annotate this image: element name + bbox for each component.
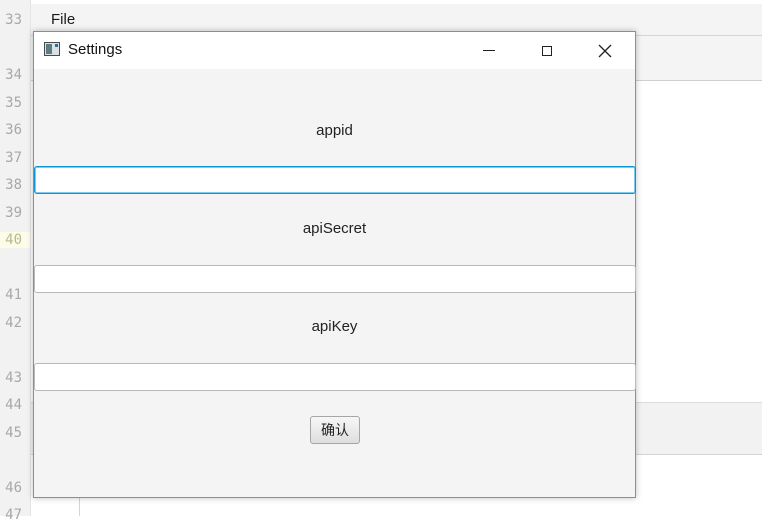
line-number: 38 bbox=[5, 177, 22, 193]
apisecret-input[interactable] bbox=[34, 265, 636, 293]
line-number: 34 bbox=[5, 67, 22, 83]
menu-file[interactable]: File bbox=[51, 11, 75, 28]
close-button[interactable] bbox=[582, 32, 628, 69]
minimize-button[interactable] bbox=[466, 32, 512, 69]
maximize-button[interactable] bbox=[524, 32, 570, 69]
dialog-title: Settings bbox=[68, 41, 123, 58]
line-number: 45 bbox=[5, 425, 22, 441]
line-number: 40 bbox=[0, 232, 30, 248]
maximize-icon bbox=[542, 45, 552, 56]
appid-input[interactable] bbox=[34, 166, 636, 194]
apikey-label: apiKey bbox=[311, 318, 358, 335]
app-window-icon bbox=[44, 42, 60, 56]
line-number: 35 bbox=[5, 95, 22, 111]
line-number: 41 bbox=[5, 287, 22, 303]
settings-dialog: Settings appid apiSecret apiKey 确认 bbox=[33, 31, 636, 498]
line-number: 39 bbox=[5, 205, 22, 221]
line-number-gutter: 33 34 35 36 37 38 39 40 41 42 43 44 45 46 47 bbox=[0, 0, 31, 523]
line-number: 44 bbox=[5, 397, 22, 413]
dialog-titlebar[interactable]: Settings bbox=[34, 32, 635, 69]
line-number: 33 bbox=[5, 12, 22, 28]
line-number: 46 bbox=[5, 480, 22, 496]
minimize-icon bbox=[483, 50, 495, 51]
apisecret-label: apiSecret bbox=[302, 220, 367, 237]
line-number: 42 bbox=[5, 315, 22, 331]
close-icon bbox=[598, 44, 612, 57]
line-number: 36 bbox=[5, 122, 22, 138]
line-number: 37 bbox=[5, 150, 22, 166]
confirm-button[interactable]: 确认 bbox=[310, 416, 360, 444]
apikey-input[interactable] bbox=[34, 363, 636, 391]
line-number: 43 bbox=[5, 370, 22, 386]
line-number: 47 bbox=[5, 507, 22, 523]
appid-label: appid bbox=[316, 122, 353, 139]
